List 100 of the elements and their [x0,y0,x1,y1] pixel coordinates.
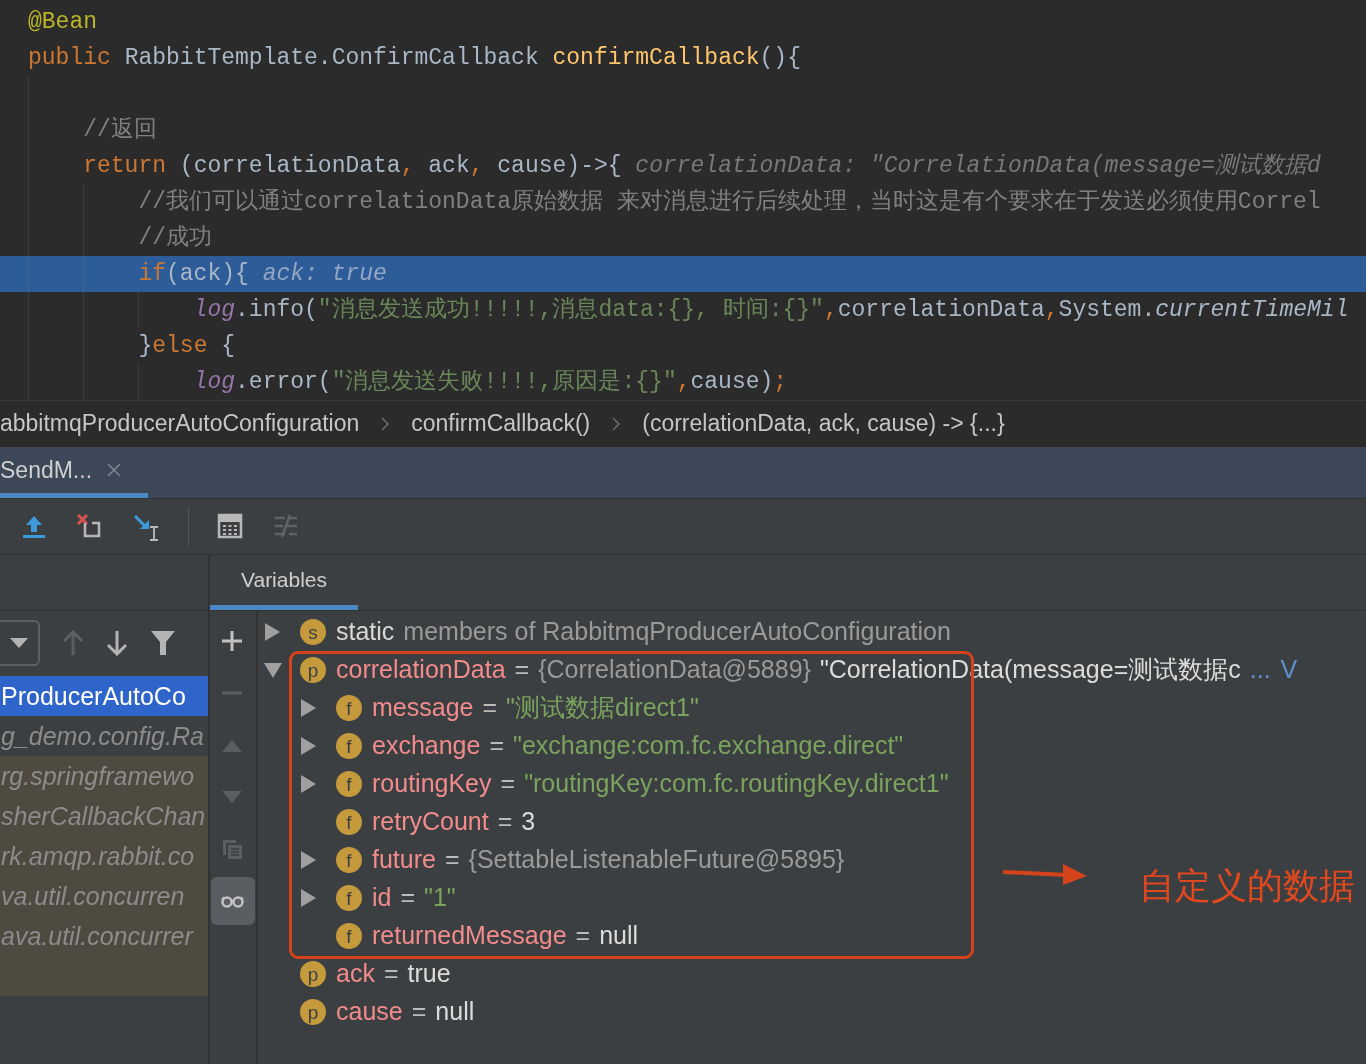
type-badge: f [336,771,362,797]
variable-value: null [435,996,475,1028]
variable-name: message [372,692,474,724]
breadcrumb-item[interactable]: confirmCallback() [411,406,591,441]
expand-arrow-icon[interactable] [300,889,316,907]
variable-name: retryCount [372,806,489,838]
type-badge: f [336,885,362,911]
code-token: .error( [235,369,332,395]
inline-value-hint: correlationData: "CorrelationData(message=测试数据d [635,153,1321,179]
code-token: log [193,297,236,323]
panel-tab[interactable]: Variables [210,555,358,610]
code-token: , [469,153,484,179]
variable-value: "routingKey:com.fc.routingKey.direct1" [524,768,949,800]
code-token: if [138,261,166,287]
code-token: , [823,297,838,323]
caret-icon [9,637,29,649]
stack-frame[interactable]: sherCallbackChan [0,796,208,836]
session-tab[interactable]: SendM... [0,447,148,498]
code-token: } [138,333,153,359]
stack-frame[interactable]: ProducerAutoCo [0,676,208,716]
stack-frame[interactable]: ava.util.concurrer [0,916,208,956]
variable-value: true [407,958,451,990]
code-token: cause)->{ [496,153,622,179]
code-token: ack [427,153,470,179]
code-token: , [400,153,415,179]
code-comment: //我们可以通过correlationData原始数据 来对消息进行后续处理，当时这是有个要求在于发送必须使用Correl [138,189,1321,215]
code-token: (ack){ [166,261,249,287]
code-token: "消息发送成功!!!!!,消息data:{}, 时间:{}" [317,297,824,323]
variable-value: "测试数据direct1" [506,692,699,724]
calculator-icon[interactable] [217,512,245,541]
stack-frame[interactable]: rg.springframewo [0,756,208,796]
watch-toggle[interactable] [211,877,255,925]
code-token: currentTimeMil [1155,297,1349,323]
view-link[interactable]: V [1280,651,1298,689]
variable-value: "exchange:com.fc.exchange.direct" [513,730,904,762]
code-token: RabbitTemplate.ConfirmCallback [123,45,540,71]
chevron-icon [381,416,390,431]
code-token: "消息发送失败!!!!,原因是:{}" [331,369,677,395]
arrow-icon [1001,862,1089,887]
equals-sign: = [482,692,498,724]
breadcrumb-item[interactable]: (correlationData, ack, cause) -> {...} [642,406,1005,441]
type-badge: f [336,733,362,759]
type-badge: p [300,961,326,987]
code-token: correlationData [837,297,1045,323]
code-token: (correlationData [178,153,401,179]
equals-sign: = [497,806,513,838]
equals-sign: = [444,844,460,876]
close-icon[interactable] [106,462,123,478]
type-badge: f [336,695,362,721]
code-token: return [83,153,167,179]
variable-name: future [372,844,436,876]
plus-icon[interactable] [221,630,245,652]
equals-sign: = [575,920,591,952]
filter-icon[interactable] [150,630,176,656]
type-badge: s [300,619,326,645]
variable-name: correlationData [336,654,506,686]
code-token: , [1044,297,1059,323]
breadcrumb-item[interactable]: abbitmqProducerAutoConfiguration [0,406,360,441]
code-token: (){ [759,45,801,71]
code-token: , [676,369,691,395]
equals-sign: = [514,654,530,686]
stack-frame[interactable]: rk.amqp.rabbit.co [0,836,208,876]
variable-value: static [336,616,395,648]
type-badge: f [336,923,362,949]
variable-name: ack [336,958,375,990]
variable-value: members of RabbitmqProducerAutoConfiguration [403,616,951,648]
code-comment: //返回 [83,117,157,143]
type-badge: p [300,999,326,1025]
variable-name: exchange [372,730,481,762]
code-token: cause) [690,369,774,395]
code-token: ; [773,369,788,395]
type-badge: p [300,657,326,683]
thread-dropdown[interactable] [0,620,40,666]
expand-arrow-icon[interactable] [300,699,316,717]
run-to-cursor-icon[interactable] [132,512,160,541]
expand-arrow-icon[interactable] [300,851,316,869]
code-token: log [193,369,236,395]
code-token: public [28,45,111,71]
arrow-down-icon[interactable] [106,630,128,656]
equals-sign: = [500,768,516,800]
stack-frame[interactable]: va.util.concurren [0,876,208,916]
variable-value: "1" [424,882,456,914]
code-token: confirmCallback [552,45,760,71]
variable-name: cause [336,996,403,1028]
expand-arrow-icon[interactable] [300,737,316,755]
view-link[interactable]: ... [1249,651,1271,689]
code-comment: //成功 [138,225,212,251]
variable-name: id [372,882,392,914]
expand-arrow-icon[interactable] [264,623,280,641]
expand-arrow-icon[interactable] [264,662,282,678]
type-badge: f [336,809,362,835]
equals-sign: = [383,958,399,990]
stack-frame[interactable]: g_demo.config.Ra [0,716,208,756]
variable-name: routingKey [372,768,492,800]
code-token: { [220,333,236,359]
code-token: System. [1058,297,1156,323]
code-token: else [152,333,208,359]
annotation-text: 自定义的数据 [1139,864,1355,908]
variable-value: {SettableListenableFuture@5895} [468,844,845,876]
expand-arrow-icon[interactable] [300,775,316,793]
